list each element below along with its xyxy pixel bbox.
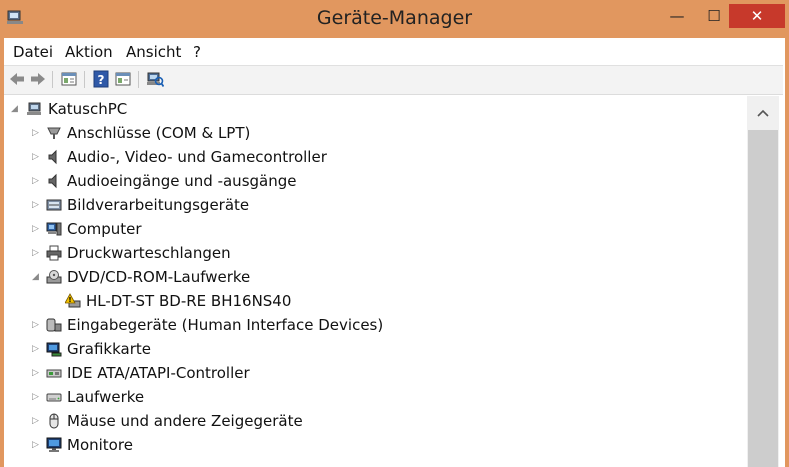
tree-root[interactable]: ◢ KatuschPC (7, 97, 747, 121)
computer-icon (27, 102, 41, 115)
title-bar[interactable]: Geräte-Manager — ☐ ✕ (0, 0, 789, 38)
tree-item[interactable]: ▷ Mäuse und andere Zeigegeräte (7, 409, 747, 433)
tree-item-label: Laufwerke (67, 388, 145, 406)
toolbar: ? (4, 65, 783, 95)
expand-arrow-icon[interactable]: ▷ (32, 319, 42, 331)
monitor-icon (46, 437, 62, 452)
ide-controller-icon (46, 369, 62, 378)
computer-icon (46, 222, 62, 236)
expand-arrow-icon[interactable]: ▷ (32, 367, 42, 379)
collapse-arrow-icon[interactable]: ◢ (32, 271, 42, 283)
expand-arrow-icon[interactable]: ▷ (32, 343, 42, 355)
expand-arrow-icon[interactable]: ▷ (32, 199, 42, 211)
menu-ansicht[interactable]: Ansicht (126, 43, 181, 61)
menu-bar: Datei Aktion Ansicht ? (4, 38, 783, 65)
tree-item[interactable]: ▷ Bildverarbeitungsgeräte (7, 193, 747, 217)
tree-item-label: Audio-, Video- und Gamecontroller (67, 148, 327, 166)
tree-item-label: HL-DT-ST BD-RE BH16NS40 (86, 292, 292, 310)
mouse-icon (49, 413, 59, 429)
svg-text:!: ! (68, 296, 71, 304)
scroll-thumb[interactable] (748, 130, 778, 467)
tree-root-label: KatuschPC (48, 100, 128, 118)
tree-item[interactable]: ▷ Anschlüsse (COM & LPT) (7, 121, 747, 145)
tree-item[interactable]: ▷ Eingabegeräte (Human Interface Devices… (7, 313, 747, 337)
expand-arrow-icon[interactable]: ▷ (32, 223, 42, 235)
show-hidden-icon[interactable] (114, 70, 132, 88)
tree-item-label: Grafikkarte (67, 340, 152, 358)
tree-item[interactable]: ▷ Laufwerke (7, 385, 747, 409)
toolbar-separator (84, 71, 85, 88)
tree-item-label: Mäuse und andere Zeigegeräte (67, 412, 303, 430)
tree-item-label: IDE ATA/ATAPI-Controller (67, 364, 250, 382)
tree-item-label: Computer (67, 220, 142, 238)
expand-arrow-icon[interactable]: ▷ (32, 151, 42, 163)
expand-arrow-icon[interactable]: ▷ (32, 415, 42, 427)
tree-child-item[interactable]: ! HL-DT-ST BD-RE BH16NS40 (7, 289, 747, 313)
tree-item[interactable]: ▷ Monitore (7, 433, 747, 457)
tree-item[interactable]: ▷ IDE ATA/ATAPI-Controller (7, 361, 747, 385)
disk-drive-icon (46, 393, 62, 402)
tree-item-label: DVD/CD-ROM-Laufwerke (67, 268, 251, 286)
tree-item[interactable]: ▷ Grafikkarte (7, 337, 747, 361)
close-button[interactable]: ✕ (729, 4, 785, 28)
camera-icon (46, 199, 62, 211)
speaker-icon (48, 149, 57, 165)
properties-icon[interactable] (60, 70, 78, 88)
tree-item-label: Bildverarbeitungsgeräte (67, 196, 250, 214)
tree-item[interactable]: ▷ Audio-, Video- und Gamecontroller (7, 145, 747, 169)
svg-text:?: ? (98, 73, 105, 87)
device-tree[interactable]: ◢ KatuschPC ▷ Anschlüsse (COM & LPT) ▷ A… (7, 96, 747, 467)
minimize-button[interactable]: — (660, 4, 694, 28)
vertical-scrollbar[interactable] (747, 96, 779, 467)
tree-item-label: Anschlüsse (COM & LPT) (67, 124, 251, 142)
tree-item[interactable]: ▷ Druckwarteschlangen (7, 241, 747, 265)
tree-item-label: Audioeingänge und -ausgänge (67, 172, 297, 190)
scroll-up-button[interactable] (747, 96, 779, 130)
display-adapter-icon (46, 342, 62, 357)
speaker-icon (48, 173, 57, 189)
hid-icon (46, 318, 62, 332)
forward-arrow-icon[interactable] (29, 70, 47, 88)
warning-drive-icon: ! (65, 293, 81, 308)
port-icon (47, 127, 61, 139)
expand-arrow-icon[interactable]: ▷ (32, 391, 42, 403)
tree-item[interactable]: ▷ Computer (7, 217, 747, 241)
scan-hardware-icon[interactable] (146, 70, 164, 88)
expand-arrow-icon[interactable]: ▷ (32, 439, 42, 451)
tree-item-label: Druckwarteschlangen (67, 244, 231, 262)
toolbar-separator (52, 71, 53, 88)
tree-item-label: Eingabegeräte (Human Interface Devices) (67, 316, 384, 334)
tree-item[interactable]: ▷ Audioeingänge und -ausgänge (7, 169, 747, 193)
collapse-arrow-icon[interactable]: ◢ (11, 103, 21, 115)
expand-arrow-icon[interactable]: ▷ (32, 127, 42, 139)
back-arrow-icon[interactable] (8, 70, 26, 88)
menu-aktion[interactable]: Aktion (65, 43, 113, 61)
chevron-up-icon (757, 109, 769, 117)
tree-item-label: Monitore (67, 436, 133, 454)
maximize-button[interactable]: ☐ (697, 4, 731, 28)
optical-drive-icon (46, 270, 62, 284)
printer-icon (46, 245, 62, 261)
expand-arrow-icon[interactable]: ▷ (32, 247, 42, 259)
tree-item-expanded[interactable]: ◢ DVD/CD-ROM-Laufwerke (7, 265, 747, 289)
expand-arrow-icon[interactable]: ▷ (32, 175, 42, 187)
help-icon[interactable]: ? (92, 70, 110, 88)
menu-datei[interactable]: Datei (13, 43, 53, 61)
menu-help[interactable]: ? (193, 43, 201, 61)
toolbar-separator (138, 71, 139, 88)
